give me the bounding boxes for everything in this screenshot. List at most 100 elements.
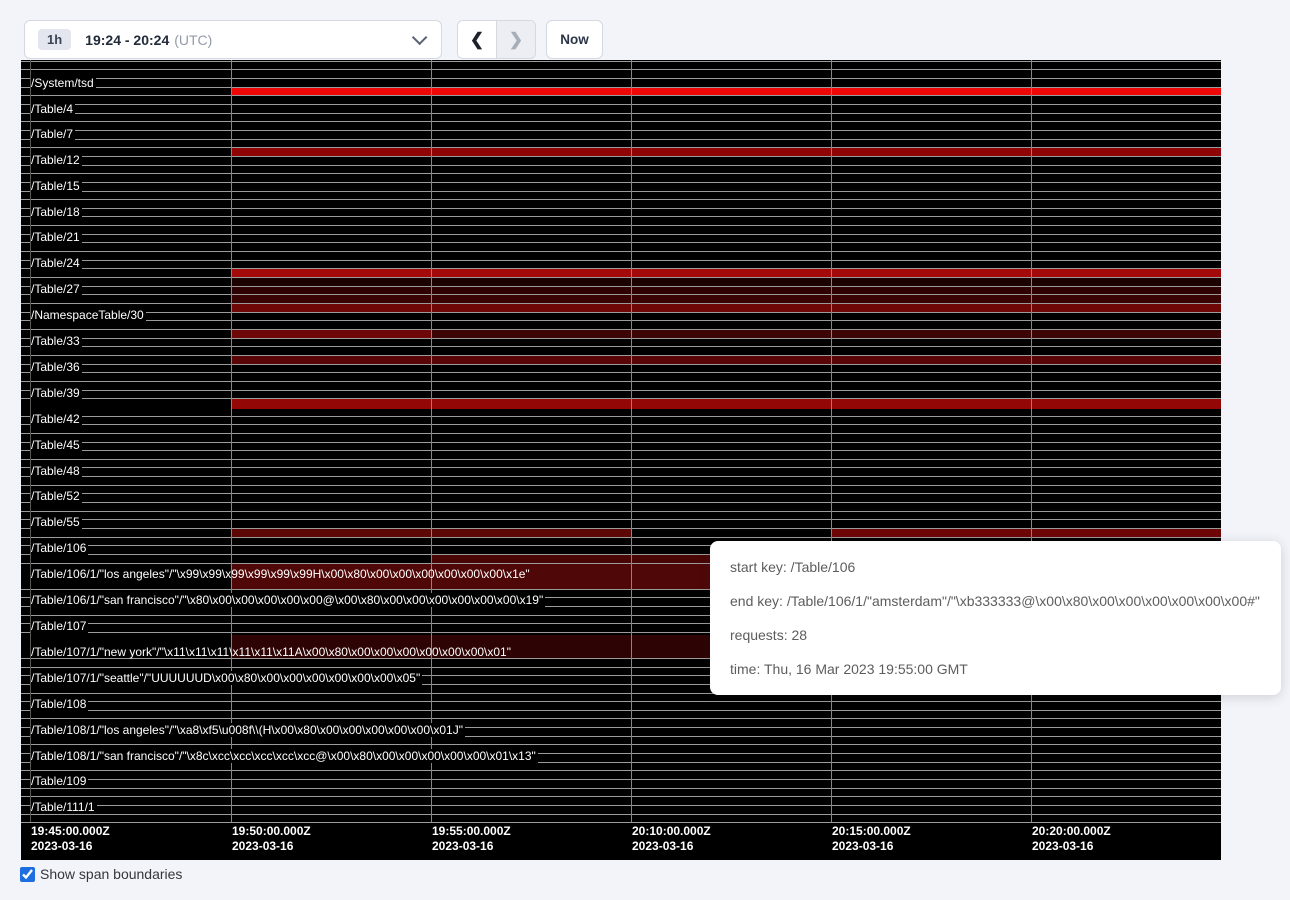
span-boundary-line [21, 398, 1221, 399]
span-boundary-line [21, 251, 1221, 252]
span-boundary-line [21, 121, 1221, 122]
tooltip-end-key: end key: /Table/106/1/"amsterdam"/"\xb33… [730, 593, 1261, 609]
span-boundary-line [21, 191, 1221, 192]
axis-tick-date: 2023-03-16 [1032, 839, 1093, 854]
span-boundary-line [21, 277, 1221, 278]
span-label: /Table/39 [31, 386, 82, 400]
span-label: /System/tsd [31, 76, 96, 90]
span-boundary-line [21, 701, 1221, 702]
span-label: /Table/45 [31, 438, 82, 452]
span-boundary-line [21, 268, 1221, 269]
span-boundary-line [21, 182, 1221, 183]
heat-band [231, 295, 1221, 304]
span-boundary-line [21, 329, 1221, 330]
heat-band [231, 277, 1221, 286]
span-label: /Table/27 [31, 282, 82, 296]
span-boundary-line [21, 459, 1221, 460]
axis-tick-time: 20:10:00.000Z [632, 824, 711, 839]
span-boundary-line [21, 381, 1221, 382]
span-boundary-line [21, 320, 1221, 321]
heat-band [231, 269, 1221, 278]
span-boundary-line [21, 416, 1221, 417]
tooltip-requests: requests: 28 [730, 627, 1261, 643]
range-duration-chip: 1h [38, 29, 71, 50]
axis-tick-time: 20:15:00.000Z [832, 824, 911, 839]
span-boundary-line [21, 139, 1221, 140]
span-label: /Table/106/1/"los angeles"/"\x99\x99\x99… [31, 567, 532, 581]
show-span-boundaries-label: Show span boundaries [40, 866, 182, 882]
key-visualizer-canvas[interactable]: /System/tsd/Table/4/Table/7/Table/12/Tab… [21, 60, 1221, 860]
span-boundary-line [21, 234, 1221, 235]
span-boundary-line [21, 710, 1221, 711]
span-boundary-line [21, 770, 1221, 771]
span-boundary-line [21, 528, 1221, 529]
span-label: /Table/55 [31, 515, 82, 529]
span-boundary-line [21, 260, 1221, 261]
span-boundary-line [21, 537, 1221, 538]
span-boundary-line [21, 364, 1221, 365]
span-boundary-line [21, 502, 1221, 503]
span-boundary-line [21, 424, 1221, 425]
now-button[interactable]: Now [546, 20, 603, 59]
span-label: /Table/108/1/"san francisco"/"\x8c\xcc\x… [31, 749, 538, 763]
span-label: /Table/107 [31, 619, 88, 633]
span-label: /Table/109 [31, 774, 88, 788]
range-text: 19:24 - 20:24 [85, 32, 169, 48]
span-boundary-line [21, 493, 1221, 494]
time-range-selector[interactable]: 1h 19:24 - 20:24 (UTC) [24, 20, 442, 59]
span-boundary-line [21, 303, 1221, 304]
axis-tick-date: 2023-03-16 [232, 839, 293, 854]
heat-band [231, 355, 1221, 364]
show-span-boundaries-checkbox[interactable] [20, 867, 35, 882]
axis-tick-date: 2023-03-16 [432, 839, 493, 854]
span-boundary-line [21, 485, 1221, 486]
span-boundary-line [21, 286, 1221, 287]
prev-interval-button[interactable]: ❮ [458, 21, 496, 58]
chevron-left-icon: ❮ [470, 30, 484, 50]
span-label: /Table/106/1/"san francisco"/"\x80\x00\x… [31, 593, 545, 607]
span-boundary-line [21, 511, 1221, 512]
span-label: /Table/106 [31, 541, 88, 555]
axis-tick-date: 2023-03-16 [31, 839, 92, 854]
tooltip-start-key: start key: /Table/106 [730, 559, 1261, 575]
span-boundary-line [21, 519, 1221, 520]
span-label: /Table/12 [31, 153, 82, 167]
span-label: /Table/42 [31, 412, 82, 426]
span-boundary-line [21, 442, 1221, 443]
chevron-down-icon [412, 30, 428, 46]
span-boundary-line [21, 95, 1221, 96]
span-boundary-line [21, 788, 1221, 789]
axis-tick-date: 2023-03-16 [632, 839, 693, 854]
heat-band [431, 329, 1221, 338]
span-boundary-line [21, 372, 1221, 373]
span-boundary-line [21, 779, 1221, 780]
span-label: /Table/4 [31, 102, 75, 116]
span-boundary-line [21, 156, 1221, 157]
range-timezone: (UTC) [174, 32, 212, 48]
heat-band [431, 554, 721, 563]
time-grid-line [431, 60, 432, 822]
span-label: /Table/108/1/"los angeles"/"\xa8\xf5\u00… [31, 723, 465, 737]
span-boundary-line [21, 450, 1221, 451]
span-boundary-line [21, 208, 1221, 209]
axis-tick-time: 19:55:00.000Z [432, 824, 511, 839]
span-label: /Table/48 [31, 464, 82, 478]
show-span-boundaries-toggle[interactable]: Show span boundaries [20, 866, 182, 882]
span-boundary-line [21, 225, 1221, 226]
span-label: /Table/108 [31, 697, 88, 711]
time-grid-line [1031, 60, 1032, 822]
span-label: /Table/24 [31, 256, 82, 270]
span-boundary-line [21, 390, 1221, 391]
span-boundary-line [21, 173, 1221, 174]
span-label: /Table/107/1/"new york"/"\x11\x11\x11\x1… [31, 645, 513, 659]
sample-tooltip: start key: /Table/106 end key: /Table/10… [710, 541, 1281, 695]
span-boundary-line [21, 216, 1221, 217]
next-interval-button[interactable]: ❯ [496, 21, 535, 58]
axis-tick-time: 19:45:00.000Z [31, 824, 110, 839]
span-boundary-line [21, 113, 1221, 114]
span-boundary-line [21, 78, 1221, 79]
span-boundary-line [21, 312, 1221, 313]
axis-tick-time: 20:20:00.000Z [1032, 824, 1111, 839]
chevron-right-icon: ❯ [509, 30, 523, 50]
span-label: /Table/7 [31, 127, 75, 141]
